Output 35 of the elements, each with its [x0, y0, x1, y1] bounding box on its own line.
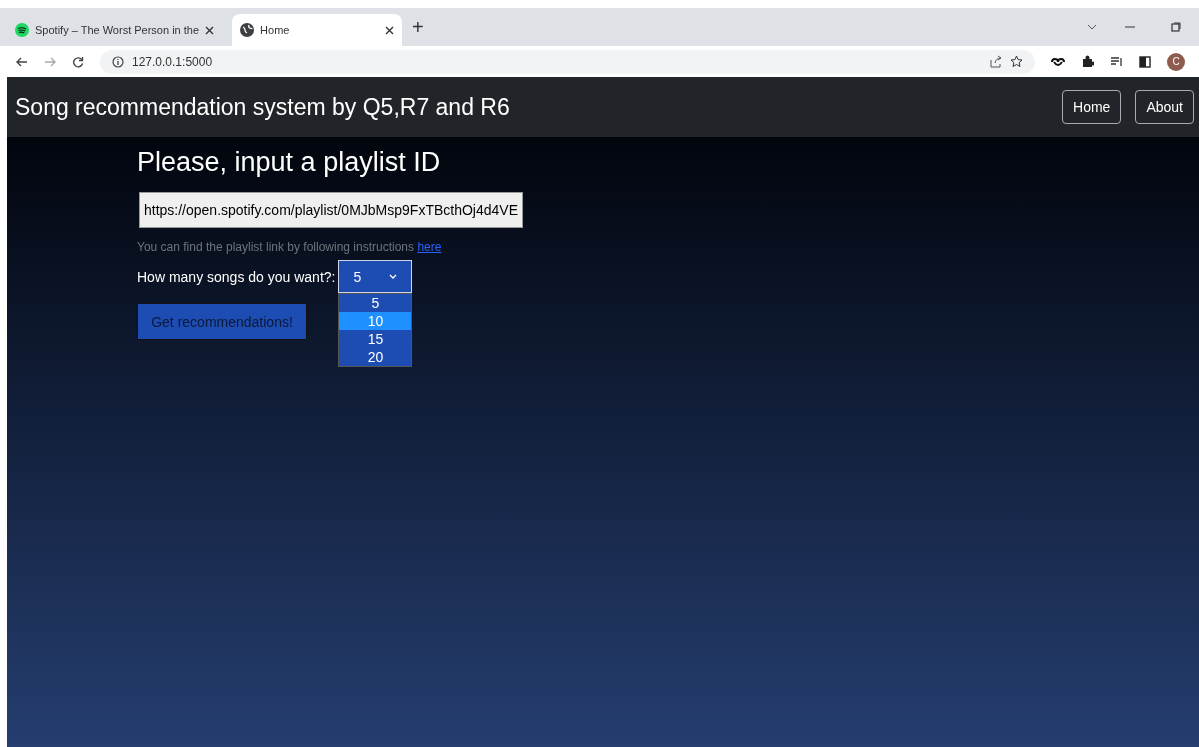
browser-tab[interactable]: Home: [232, 14, 403, 46]
count-select[interactable]: 5: [338, 260, 413, 293]
nav-button[interactable]: About: [1135, 90, 1194, 124]
tab-title: Home: [260, 24, 291, 36]
close-icon[interactable]: [385, 25, 395, 35]
new-tab-button[interactable]: +: [412, 15, 424, 39]
address-text: 127.0.0.1:5000: [132, 54, 213, 69]
nav-button[interactable]: Home: [1062, 90, 1122, 124]
profile-avatar[interactable]: C: [1167, 52, 1185, 71]
address-bar[interactable]: 127.0.0.1:5000: [100, 49, 1035, 74]
side-panel-icon[interactable]: [1139, 55, 1151, 68]
spotify-icon: [15, 23, 29, 37]
site-title: Song recommendation system by Q5,R7 and R6: [15, 93, 510, 121]
hint-text: You can find the playlist link by following instructions here: [137, 240, 442, 254]
here-link[interactable]: here: [417, 240, 442, 254]
browser-tab[interactable]: Spotify – The Worst Person in the: [7, 14, 223, 46]
back-arrow-icon[interactable]: [16, 55, 28, 68]
playlist-icon[interactable]: [1110, 55, 1123, 68]
dropdown-option[interactable]: 5: [339, 294, 412, 312]
reload-icon[interactable]: [72, 55, 84, 68]
close-icon[interactable]: [205, 25, 215, 35]
chevron-down-icon[interactable]: [1087, 24, 1097, 30]
info-icon: [112, 55, 124, 68]
page-heading: Please, input a playlist ID: [137, 147, 441, 178]
playlist-input[interactable]: https://open.spotify.com/playlist/0MJbMsp9FxTBcthOj4d4VE: [139, 192, 523, 228]
puzzle-icon[interactable]: [1081, 55, 1094, 68]
chevron-down-icon: [389, 274, 398, 279]
dropdown-option[interactable]: 20: [339, 348, 412, 366]
count-label: How many songs do you want?:: [137, 268, 336, 285]
restore-icon[interactable]: [1171, 22, 1181, 32]
dropdown-option[interactable]: 15: [339, 330, 412, 348]
share-icon[interactable]: [989, 55, 1002, 68]
star-icon[interactable]: [1010, 55, 1023, 68]
tab-title: Spotify – The Worst Person in the: [35, 24, 200, 36]
extension-icon[interactable]: [1051, 55, 1065, 68]
